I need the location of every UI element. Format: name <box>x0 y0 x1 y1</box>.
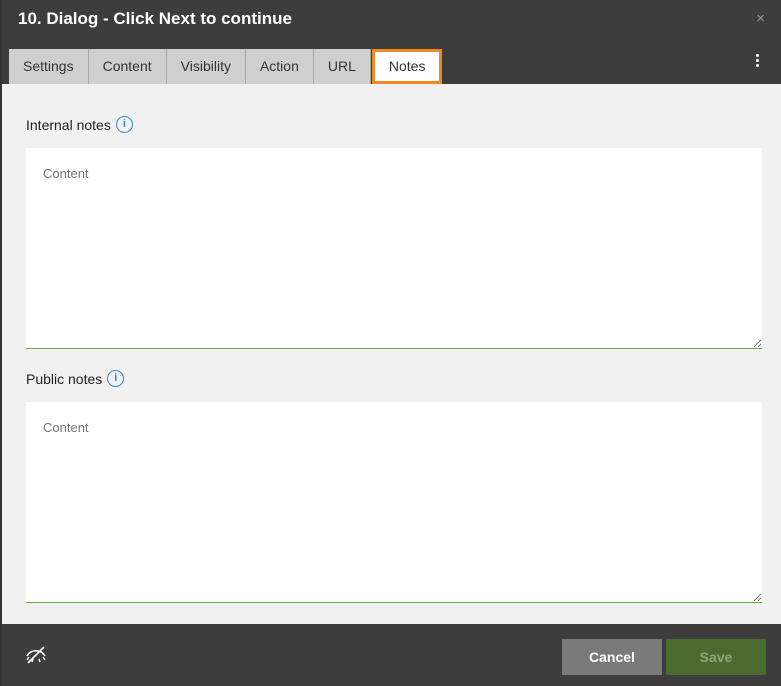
info-icon[interactable]: i <box>115 116 133 133</box>
internal-notes-label: Internal notes i <box>26 116 133 133</box>
more-vertical-icon[interactable] <box>756 54 759 68</box>
internal-notes-label-text: Internal notes <box>26 116 111 133</box>
internal-notes-input[interactable] <box>26 148 762 349</box>
dialog-title: 10. Dialog - Click Next to continue <box>18 9 292 28</box>
dialog-footer: Cancel Save <box>2 624 781 686</box>
tab-action[interactable]: Action <box>245 49 314 84</box>
public-notes-label: Public notes i <box>26 370 125 387</box>
save-button[interactable]: Save <box>666 639 766 675</box>
public-notes-input[interactable] <box>26 402 762 603</box>
dialog-header: 10. Dialog - Click Next to continue × Se… <box>2 0 781 84</box>
cancel-button[interactable]: Cancel <box>562 639 662 675</box>
eye-off-icon[interactable] <box>24 643 48 667</box>
tab-settings[interactable]: Settings <box>9 49 89 84</box>
tab-content[interactable]: Content <box>88 49 167 84</box>
close-icon[interactable]: × <box>756 10 765 27</box>
tab-notes[interactable]: Notes <box>371 49 443 84</box>
public-notes-label-text: Public notes <box>26 370 103 387</box>
dialog: 10. Dialog - Click Next to continue × Se… <box>0 0 781 686</box>
tab-visibility[interactable]: Visibility <box>166 49 246 84</box>
tab-bar: Settings Content Visibility Action URL N… <box>9 49 443 84</box>
info-icon[interactable]: i <box>107 370 125 387</box>
tab-url[interactable]: URL <box>313 49 371 84</box>
